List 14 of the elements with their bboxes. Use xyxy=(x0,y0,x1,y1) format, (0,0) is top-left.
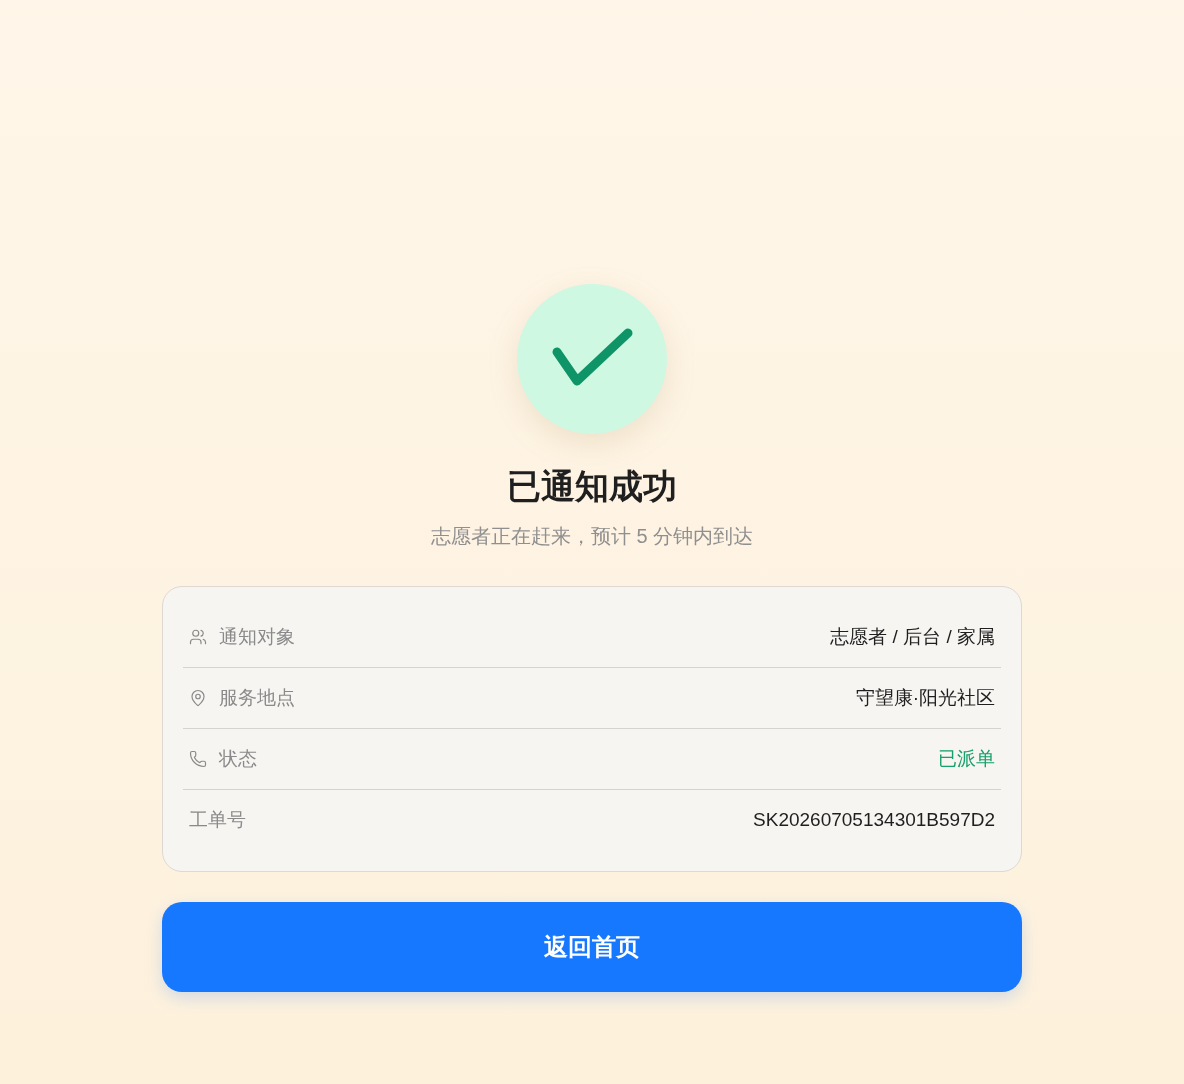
back-home-button[interactable]: 返回首页 xyxy=(162,902,1022,992)
phone-icon xyxy=(189,750,207,768)
detail-label: 工单号 xyxy=(189,808,246,833)
detail-value: SK20260705134301B597D2 xyxy=(753,808,995,833)
success-subtitle: 志愿者正在赶来，预计 5 分钟内到达 xyxy=(430,524,754,549)
people-icon xyxy=(189,628,207,646)
detail-value: 守望康·阳光社区 xyxy=(855,685,995,710)
success-title: 已通知成功 xyxy=(507,466,677,506)
detail-value: 已派单 xyxy=(938,746,995,771)
detail-value: 志愿者 / 后台 / 家属 xyxy=(830,624,995,649)
detail-label: 状态 xyxy=(219,746,257,771)
detail-label: 通知对象 xyxy=(219,624,295,649)
location-pin-icon xyxy=(189,689,207,707)
detail-label: 服务地点 xyxy=(219,685,295,710)
